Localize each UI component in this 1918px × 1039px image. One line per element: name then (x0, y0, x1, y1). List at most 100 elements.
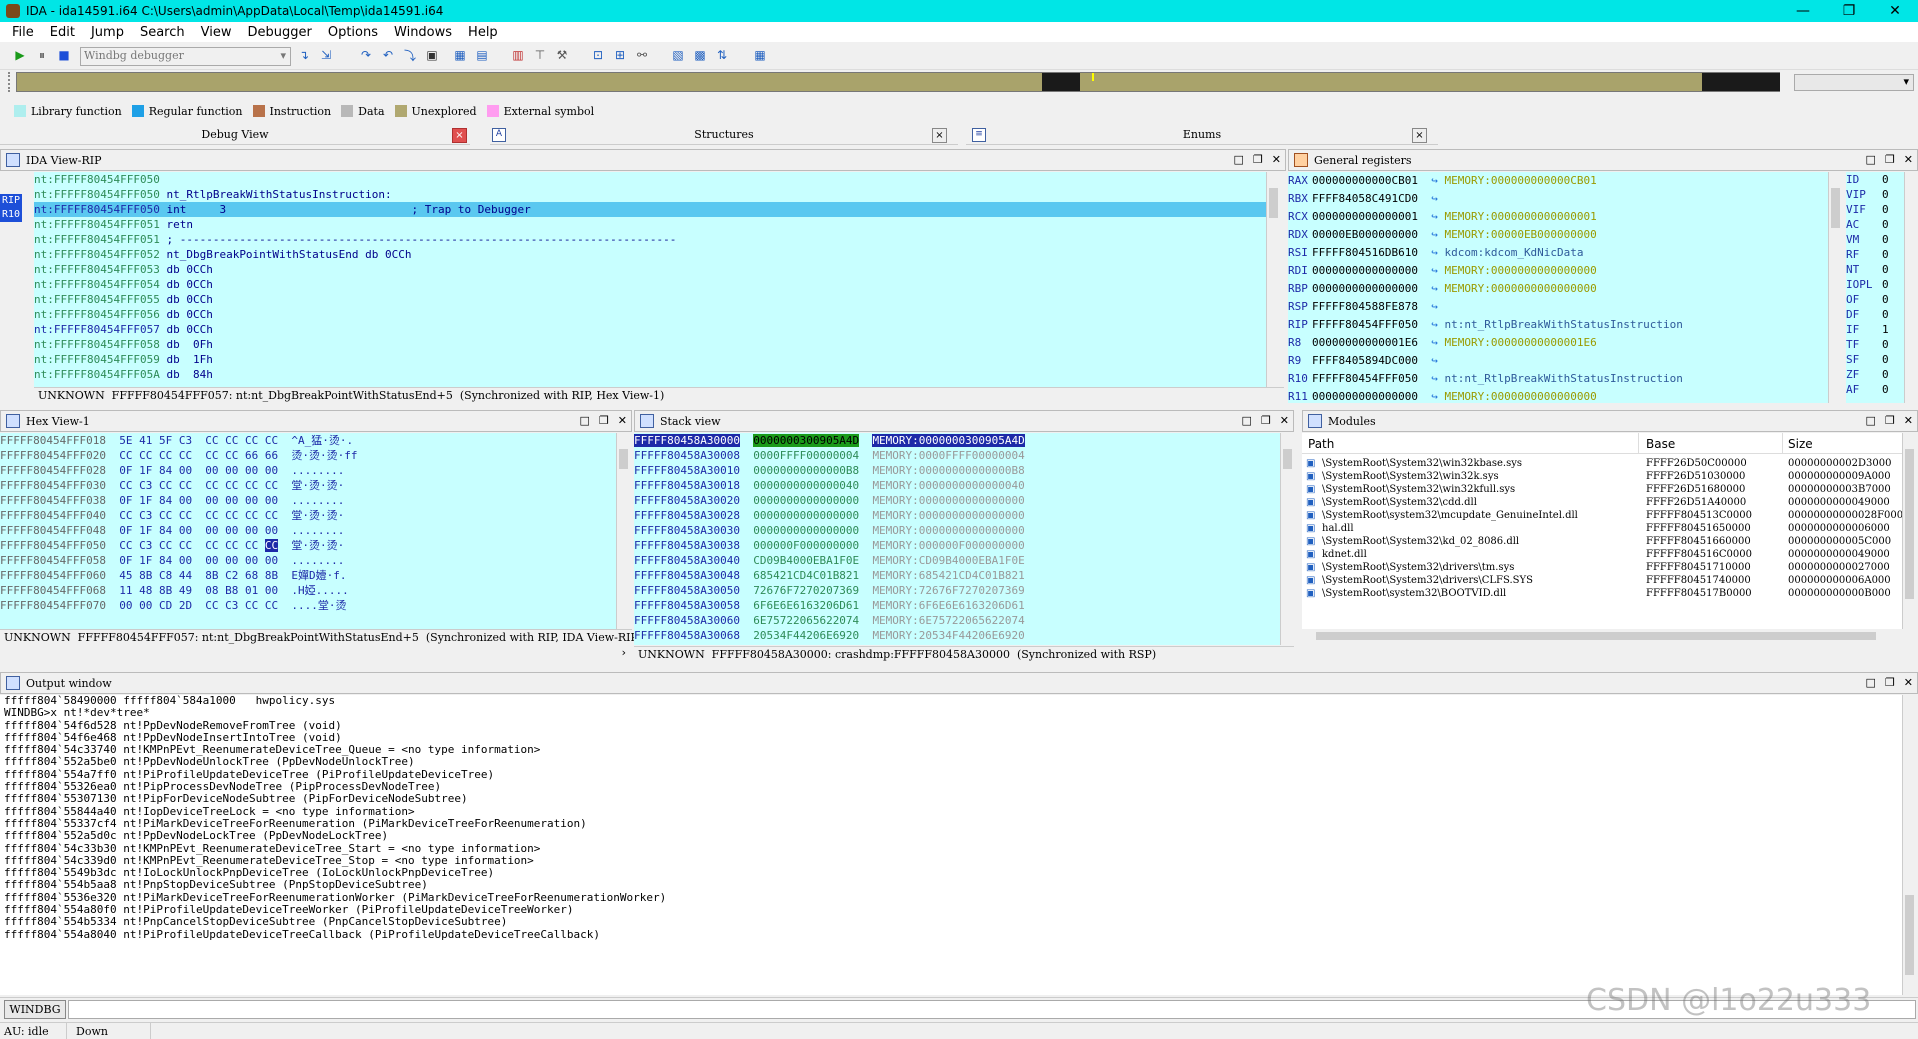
listing-line[interactable]: nt:FFFFF80454FFF053 db 0CCh (34, 262, 1266, 277)
stack-row[interactable]: FFFFF80458A30048 685421CD4C01B821 MEMORY… (634, 568, 1280, 583)
hex-cursor-byte[interactable]: CC (264, 539, 279, 552)
listing-line[interactable]: nt:FFFFF80454FFF050 (34, 172, 1266, 187)
float-icon[interactable]: □ (1242, 414, 1252, 427)
listing-line[interactable]: nt:FFFFF80454FFF051 retn (34, 217, 1266, 232)
hex-view-content[interactable]: FFFFF80454FFF018 5E 41 5F C3 CC CC CC CC… (0, 433, 616, 629)
column-divider[interactable] (1782, 433, 1783, 453)
hex-row[interactable]: FFFFF80454FFF070 00 00 CD 2D CC C3 CC CC… (0, 598, 616, 613)
hex-row[interactable]: FFFFF80454FFF040 CC C3 CC CC CC CC CC CC… (0, 508, 616, 523)
chevron-right-icon[interactable]: › (622, 646, 626, 659)
hex-row[interactable]: FFFFF80454FFF048 0F 1F 84 00 00 00 00 00… (0, 523, 616, 538)
stack-row[interactable]: FFFFF80458A30018 0000000000000040 MEMORY… (634, 478, 1280, 493)
trace-window-icon[interactable]: ⊡ (590, 47, 606, 63)
scroll-thumb[interactable] (1283, 449, 1292, 469)
modules-table[interactable]: Path Base Size ▣ \SystemRoot\System32\win… (1302, 433, 1902, 629)
restore-icon[interactable]: ❐ (1885, 414, 1895, 427)
hex-view-hscrollbar[interactable]: › (0, 646, 632, 662)
listing-line[interactable]: nt:FFFFF80454FFF056 db 0CCh (34, 307, 1266, 322)
stack-row[interactable]: FFFFF80458A30020 0000000000000000 MEMORY… (634, 493, 1280, 508)
stack-row[interactable]: FFFFF80458A30060 6E75722065622074 MEMORY… (634, 613, 1280, 628)
restore-icon[interactable]: ❐ (1885, 676, 1895, 689)
close-icon[interactable]: ✕ (618, 414, 627, 427)
minimize-button[interactable]: — (1780, 0, 1826, 22)
hex-row[interactable]: FFFFF80454FFF060 45 8B C8 44 8B C2 68 8B… (0, 568, 616, 583)
stack-row[interactable]: FFFFF80458A30040 CD09B4000EBA1F0E MEMORY… (634, 553, 1280, 568)
register-row[interactable]: RDI 0000000000000000 ↪ MEMORY:00000000000… (1288, 262, 1828, 280)
show-threads-icon[interactable]: ▦ (452, 47, 468, 63)
step-over-icon[interactable]: ↷ (358, 47, 374, 63)
listing-line[interactable]: nt:FFFFF80454FFF051 ; ------------------… (34, 232, 1266, 247)
run-to-cursor-icon[interactable]: ⤵ (402, 47, 418, 63)
module-row[interactable]: ▣ \SystemRoot\system32\BOOTVID.dll FFFFF80… (1302, 587, 1902, 600)
flag-row[interactable]: ZF 0 (1846, 367, 1904, 382)
close-icon[interactable]: × (1412, 128, 1427, 143)
memory-icon[interactable]: ▩ (692, 47, 708, 63)
output-scrollbar[interactable] (1902, 695, 1916, 995)
stack-trace-icon[interactable]: ▧ (670, 47, 686, 63)
register-row[interactable]: R11 0000000000000000 ↪ MEMORY:00000000000… (1288, 388, 1828, 403)
flag-row[interactable]: TF 0 (1846, 337, 1904, 352)
flag-row[interactable]: VIP 0 (1846, 187, 1904, 202)
restore-icon[interactable]: ❐ (599, 414, 609, 427)
module-row[interactable]: ▣ \SystemRoot\System32\kd_02_8086.dll FFFF… (1302, 535, 1902, 548)
restore-icon[interactable]: ❐ (1261, 414, 1271, 427)
segments-icon[interactable]: ▦ (752, 47, 768, 63)
stack-row[interactable]: FFFFF80458A30038 000000F000000000 MEMORY… (634, 538, 1280, 553)
stack-row[interactable]: FFFFF80458A30058 6F6E6E6163206D61 MEMORY… (634, 598, 1280, 613)
register-row[interactable]: R8 00000000000001E6 ↪ MEMORY:000000000000… (1288, 334, 1828, 352)
stack-view-scrollbar[interactable] (1280, 433, 1294, 645)
register-row[interactable]: RDX 00000EB000000000 ↪ MEMORY:00000EB0000… (1288, 226, 1828, 244)
run-until-return-icon[interactable]: ▣ (424, 47, 440, 63)
modules-scrollbar[interactable] (1902, 433, 1916, 629)
pause-process-icon[interactable]: ⏸ (34, 47, 50, 63)
register-row[interactable]: RSI FFFFF804516DB610 ↪ kdcom:kdcom_KdNicD… (1288, 244, 1828, 262)
menu-file[interactable]: File (4, 25, 42, 40)
registers-list[interactable]: RAX 000000000000CB01 ↪ MEMORY:00000000000… (1288, 172, 1828, 403)
flag-row[interactable]: NT 0 (1846, 262, 1904, 277)
flag-row[interactable]: AF 0 (1846, 382, 1904, 397)
listing-line[interactable]: nt:FFFFF80454FFF050 nt_RtlpBreakWithStat… (34, 187, 1266, 202)
close-icon[interactable]: ✕ (1904, 414, 1913, 427)
hex-row[interactable]: FFFFF80454FFF038 0F 1F 84 00 00 00 00 00… (0, 493, 616, 508)
flag-row[interactable]: RF 0 (1846, 247, 1904, 262)
menu-jump[interactable]: Jump (83, 25, 132, 40)
column-size[interactable]: Size (1788, 437, 1813, 451)
register-row[interactable]: RAX 000000000000CB01 ↪ MEMORY:00000000000… (1288, 172, 1828, 190)
ida-view-listing[interactable]: nt:FFFFF80454FFF050 nt:FFFFF80454FFF050 n… (34, 172, 1266, 387)
segment-select[interactable]: ▾ (1794, 74, 1914, 91)
module-row[interactable]: ▣ \SystemRoot\system32\mcupdate_GenuineIn… (1302, 509, 1902, 522)
scroll-thumb[interactable] (619, 449, 628, 469)
modules-hscrollbar[interactable] (1302, 629, 1916, 643)
hex-row[interactable]: FFFFF80454FFF030 CC C3 CC CC CC CC CC CC… (0, 478, 616, 493)
flags-list[interactable]: ID 0 VIP 0 VIF 0 AC 0 VM 0 RF 0 NT 0 IOPL 0 OF 0 DF 0 IF 1 TF 0… (1846, 172, 1904, 403)
add-breakpoint-icon[interactable]: ⊤ (532, 47, 548, 63)
stack-row[interactable]: FFFFF80458A30028 0000000000000000 MEMORY… (634, 508, 1280, 523)
debugger-select[interactable]: Windbg debugger ▾ (80, 47, 291, 66)
hex-row[interactable]: FFFFF80454FFF028 0F 1F 84 00 00 00 00 00… (0, 463, 616, 478)
scroll-thumb[interactable] (1269, 188, 1278, 218)
register-row[interactable]: R10 FFFFF80454FFF050 ↪ nt:nt_RtlpBreakWit… (1288, 370, 1828, 388)
show-modules-icon[interactable]: ▤ (474, 47, 490, 63)
module-row[interactable]: ▣ \SystemRoot\System32\win32kfull.sys FFFF… (1302, 483, 1902, 496)
stack-view-content[interactable]: FFFFF80458A30000 0000000300905A4D MEMORY… (634, 433, 1280, 645)
register-row[interactable]: RSP FFFFF804588FE878 ↪ (1288, 298, 1828, 316)
start-process-icon[interactable]: ▶ (12, 47, 28, 63)
graph-icon[interactable]: ⚯ (634, 47, 650, 63)
menu-help[interactable]: Help (460, 25, 506, 40)
close-icon[interactable]: ✕ (1280, 414, 1289, 427)
menu-search[interactable]: Search (132, 25, 193, 40)
add-watch-icon[interactable]: ⊞ (612, 47, 628, 63)
module-row[interactable]: ▣ \SystemRoot\System32\drivers\tm.sys FFFF… (1302, 561, 1902, 574)
module-row[interactable]: ▣ hal.dll FFFFF80451650000 0000000000006000 (1302, 522, 1902, 535)
column-base[interactable]: Base (1646, 437, 1675, 451)
cli-select-button[interactable]: WINDBG (4, 1000, 66, 1019)
attach-icon[interactable]: ⇲ (318, 47, 334, 63)
flow-icon[interactable]: ⇅ (714, 47, 730, 63)
register-row[interactable]: R9 FFFF8405894DC000 ↪ (1288, 352, 1828, 370)
menu-view[interactable]: View (193, 25, 240, 40)
stack-row[interactable]: FFFFF80458A30008 0000FFFF00000004 MEMORY… (634, 448, 1280, 463)
listing-line[interactable]: nt:FFFFF80454FFF050 int 3 ; Trap to Debu… (34, 202, 1266, 217)
flag-row[interactable]: AC 0 (1846, 217, 1904, 232)
listing-line[interactable]: nt:FFFFF80454FFF057 db 0CCh (34, 322, 1266, 337)
listing-line[interactable]: nt:FFFFF80454FFF059 db 1Fh (34, 352, 1266, 367)
